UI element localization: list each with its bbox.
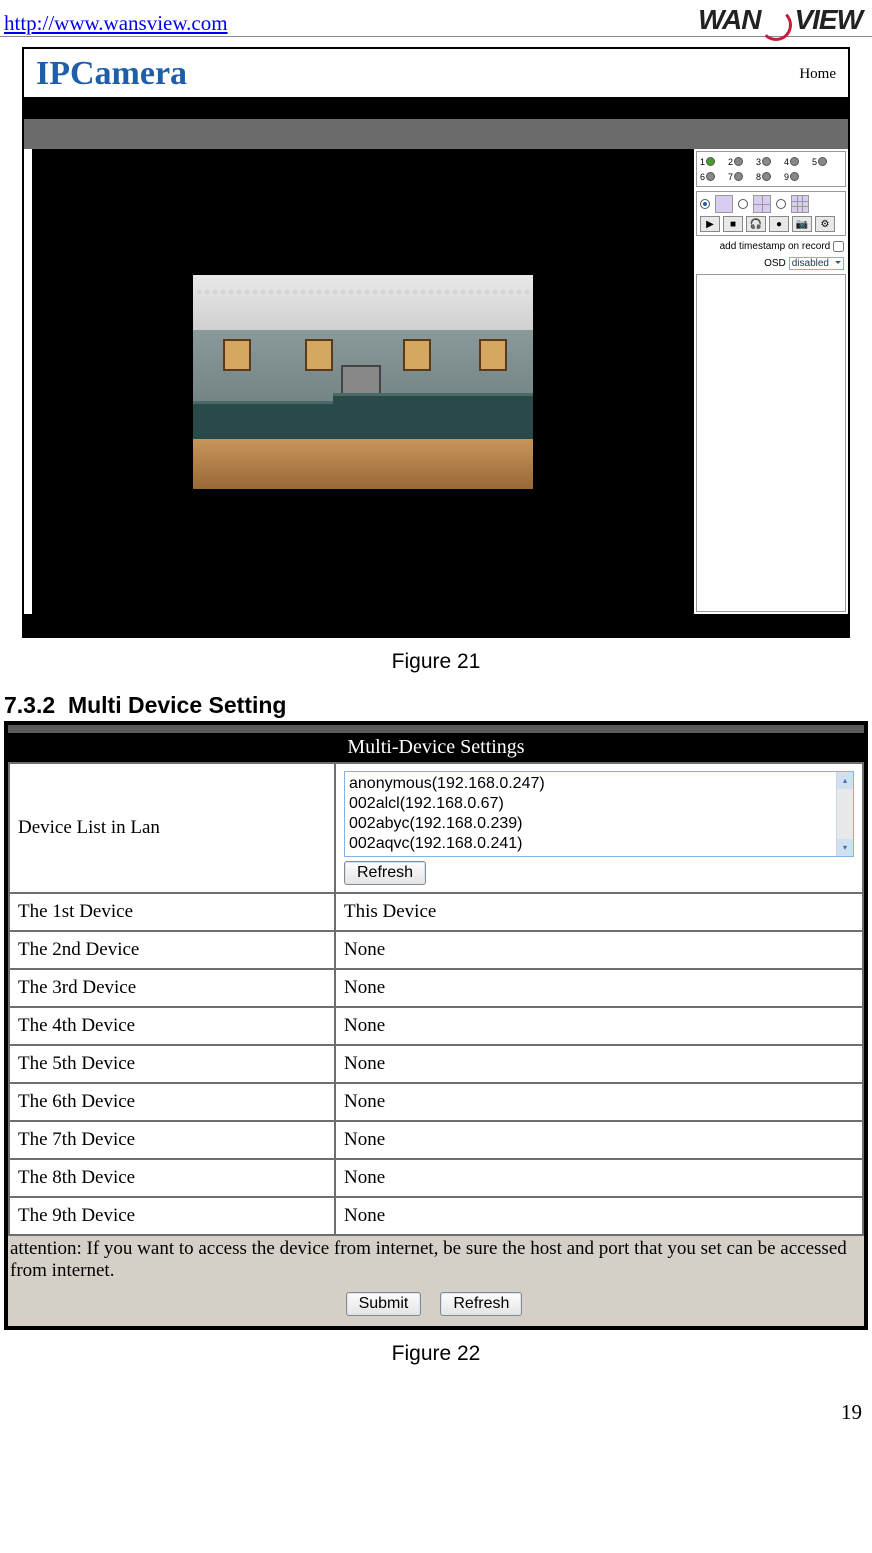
- settings-button[interactable]: ⚙: [815, 216, 835, 232]
- channel-selector: 1 2 3 4 5 6 7 8 9: [696, 151, 846, 187]
- layout-4-radio[interactable]: [738, 199, 748, 209]
- figure-21-container: IPCamera Home: [0, 37, 872, 638]
- layout-9-icon[interactable]: [791, 195, 809, 213]
- device-6-value[interactable]: None: [335, 1083, 863, 1121]
- table-row: The 8th DeviceNone: [9, 1159, 863, 1197]
- section-title: Multi Device Setting: [68, 692, 287, 718]
- logo-prefix: WAN: [698, 4, 760, 35]
- table-row: The 1st DeviceThis Device: [9, 893, 863, 931]
- channel-5[interactable]: 5: [812, 155, 838, 168]
- channel-2[interactable]: 2: [728, 155, 754, 168]
- brand-logo: WAN VIEW: [698, 4, 862, 36]
- device-listbox[interactable]: anonymous(192.168.0.247) 002alcl(192.168…: [344, 771, 854, 857]
- toolbar: [24, 119, 848, 149]
- timestamp-checkbox[interactable]: [833, 241, 844, 252]
- device-1-value[interactable]: This Device: [335, 893, 863, 931]
- section-number: 7.3.2: [4, 692, 55, 718]
- channel-1[interactable]: 1: [700, 155, 726, 168]
- video-viewport[interactable]: [32, 149, 694, 614]
- channel-6[interactable]: 6: [700, 170, 726, 183]
- list-item[interactable]: 002abyc(192.168.0.239): [349, 814, 851, 834]
- channel-8[interactable]: 8: [756, 170, 782, 183]
- submit-button[interactable]: Submit: [346, 1292, 422, 1316]
- device-9-value[interactable]: None: [335, 1197, 863, 1235]
- refresh-list-button[interactable]: Refresh: [344, 861, 426, 885]
- device-4-value[interactable]: None: [335, 1007, 863, 1045]
- refresh-button[interactable]: Refresh: [440, 1292, 522, 1316]
- audio-button[interactable]: 🎧: [746, 216, 766, 232]
- timestamp-label: add timestamp on record: [720, 241, 831, 252]
- table-row: The 9th DeviceNone: [9, 1197, 863, 1235]
- figure-22-caption: Figure 22: [0, 1342, 872, 1366]
- osd-select[interactable]: disabled: [789, 257, 844, 270]
- page-header: http://www.wansview.com WAN VIEW: [0, 0, 872, 37]
- channel-7[interactable]: 7: [728, 170, 754, 183]
- device-2-value[interactable]: None: [335, 931, 863, 969]
- table-row: The 6th DeviceNone: [9, 1083, 863, 1121]
- logo-suffix: VIEW: [794, 4, 862, 35]
- attention-text: attention: If you want to access the dev…: [10, 1238, 858, 1282]
- channel-3[interactable]: 3: [756, 155, 782, 168]
- record-button[interactable]: ●: [769, 216, 789, 232]
- timestamp-row: add timestamp on record: [694, 238, 848, 255]
- play-button[interactable]: ▶: [700, 216, 720, 232]
- layout-9-radio[interactable]: [776, 199, 786, 209]
- table-row: The 2nd DeviceNone: [9, 931, 863, 969]
- figure-22-container: Multi-Device Settings Device List in Lan…: [0, 719, 872, 1330]
- section-heading: 7.3.2 Multi Device Setting: [0, 692, 872, 719]
- layout-1-radio[interactable]: [700, 199, 710, 209]
- swirl-icon: [760, 9, 794, 35]
- channel-9[interactable]: 9: [784, 170, 810, 183]
- layout-4-icon[interactable]: [753, 195, 771, 213]
- device-5-value[interactable]: None: [335, 1045, 863, 1083]
- multi-device-title: Multi-Device Settings: [8, 733, 864, 762]
- control-panel: 1 2 3 4 5 6 7 8 9: [694, 149, 848, 614]
- device-list-label: Device List in Lan: [9, 763, 335, 893]
- list-item[interactable]: anonymous(192.168.0.247): [349, 774, 851, 794]
- osd-row: OSD disabled: [694, 255, 848, 272]
- camera-feed-image: [193, 275, 533, 489]
- app-title: IPCamera: [36, 55, 187, 93]
- device-8-value[interactable]: None: [335, 1159, 863, 1197]
- home-link[interactable]: Home: [799, 66, 836, 83]
- layout-controls: ▶ ■ 🎧 ● 📷 ⚙: [696, 191, 846, 236]
- snapshot-button[interactable]: 📷: [792, 216, 812, 232]
- scrollbar[interactable]: ▴▾: [836, 772, 853, 856]
- device-7-value[interactable]: None: [335, 1121, 863, 1159]
- layout-1-icon[interactable]: [715, 195, 733, 213]
- table-row: The 3rd DeviceNone: [9, 969, 863, 1007]
- table-row: The 4th DeviceNone: [9, 1007, 863, 1045]
- settings-footer: attention: If you want to access the dev…: [8, 1236, 864, 1326]
- header-url-link[interactable]: http://www.wansview.com: [4, 11, 228, 36]
- stop-button[interactable]: ■: [723, 216, 743, 232]
- device-3-value[interactable]: None: [335, 969, 863, 1007]
- scroll-down-icon[interactable]: ▾: [837, 839, 853, 856]
- list-item[interactable]: 002alcl(192.168.0.67): [349, 794, 851, 814]
- list-item[interactable]: 002aqvc(192.168.0.241): [349, 834, 851, 854]
- device-table: Device List in Lan anonymous(192.168.0.2…: [8, 762, 864, 1236]
- page-number: 19: [0, 1384, 872, 1431]
- empty-panel: [696, 274, 846, 612]
- figure-21-caption: Figure 21: [0, 650, 872, 674]
- osd-label: OSD: [764, 258, 786, 269]
- table-row: The 7th DeviceNone: [9, 1121, 863, 1159]
- table-row: The 5th DeviceNone: [9, 1045, 863, 1083]
- channel-4[interactable]: 4: [784, 155, 810, 168]
- scroll-up-icon[interactable]: ▴: [837, 772, 853, 789]
